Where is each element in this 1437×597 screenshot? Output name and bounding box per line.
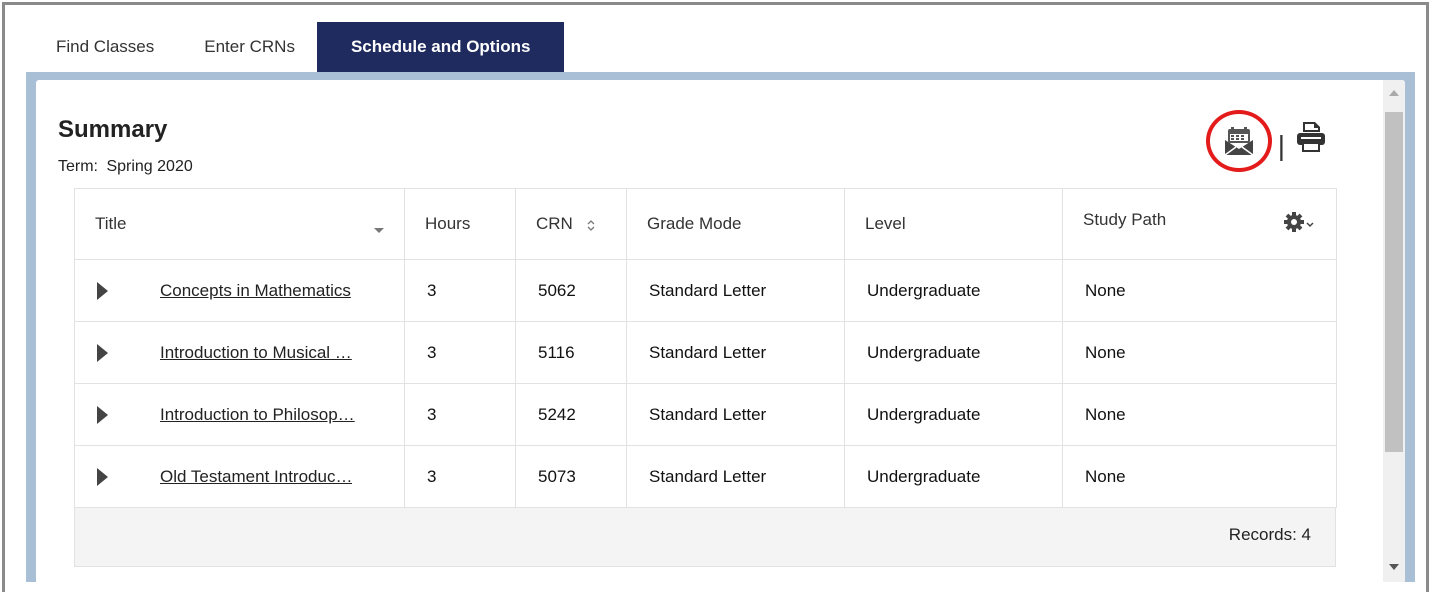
- term-value: Spring 2020: [106, 158, 193, 175]
- study-path-cell: None: [1062, 445, 1337, 508]
- grade-mode-cell: Standard Letter: [626, 445, 845, 508]
- gear-icon: [1284, 211, 1314, 232]
- course-title-link[interactable]: Introduction to Musical …: [160, 343, 352, 363]
- summary-panel-content: Summary Term: Spring 2020 | Title Hours …: [36, 80, 1405, 582]
- page-title: Summary: [58, 116, 168, 143]
- expand-row-icon[interactable]: [97, 405, 108, 424]
- hours-cell: 3: [404, 321, 516, 384]
- toolbar-separator: |: [1277, 130, 1285, 161]
- expand-row-icon[interactable]: [97, 343, 108, 362]
- sort-icon: [587, 219, 595, 231]
- vertical-scrollbar[interactable]: [1383, 80, 1405, 582]
- print-button[interactable]: [1295, 120, 1327, 159]
- crn-cell: 5062: [515, 259, 627, 322]
- scroll-up-arrow-icon[interactable]: [1389, 90, 1399, 96]
- table-header-row: Title Hours CRN Grade Mode Level Study P…: [74, 188, 1337, 260]
- scroll-down-arrow-icon[interactable]: [1389, 564, 1399, 570]
- table-row: Concepts in Mathematics 3 5062 Standard …: [74, 259, 1337, 322]
- level-cell: Undergraduate: [844, 445, 1063, 508]
- expand-row-icon[interactable]: [97, 467, 108, 486]
- study-path-cell: None: [1062, 383, 1337, 446]
- records-count: Records: 4: [1228, 525, 1311, 544]
- column-settings-button[interactable]: [1282, 210, 1316, 239]
- course-title-link[interactable]: Introduction to Philosop…: [160, 405, 355, 425]
- tab-enter-crns[interactable]: Enter CRNs: [182, 22, 317, 72]
- email-calendar-button[interactable]: [1205, 110, 1272, 172]
- tab-find-classes[interactable]: Find Classes: [40, 22, 182, 72]
- hours-cell: 3: [404, 383, 516, 446]
- column-header-study-path[interactable]: Study Path: [1062, 188, 1337, 260]
- expand-row-icon[interactable]: [97, 281, 108, 300]
- level-cell: Undergraduate: [844, 259, 1063, 322]
- hours-cell: 3: [404, 259, 516, 322]
- crn-cell: 5242: [515, 383, 627, 446]
- table-row: Introduction to Musical … 3 5116 Standar…: [74, 321, 1337, 384]
- study-path-cell: None: [1062, 321, 1337, 384]
- table-row: Old Testament Introduc… 3 5073 Standard …: [74, 445, 1337, 508]
- scrollbar-thumb[interactable]: [1385, 112, 1403, 452]
- hours-cell: 3: [404, 445, 516, 508]
- crn-cell: 5116: [515, 321, 627, 384]
- crn-cell: 5073: [515, 445, 627, 508]
- level-cell: Undergraduate: [844, 321, 1063, 384]
- column-header-title[interactable]: Title: [74, 188, 405, 260]
- column-header-hours[interactable]: Hours: [404, 188, 516, 260]
- summary-toolbar: |: [1205, 110, 1327, 172]
- calendar-email-icon: [1224, 127, 1254, 156]
- grade-mode-cell: Standard Letter: [626, 321, 845, 384]
- column-header-level[interactable]: Level: [844, 188, 1063, 260]
- summary-panel: Summary Term: Spring 2020 | Title Hours …: [26, 72, 1415, 582]
- course-title-link[interactable]: Old Testament Introduc…: [160, 467, 352, 487]
- grade-mode-cell: Standard Letter: [626, 383, 845, 446]
- table-footer: Records: 4: [74, 507, 1336, 567]
- study-path-cell: None: [1062, 259, 1337, 322]
- table-row: Introduction to Philosop… 3 5242 Standar…: [74, 383, 1337, 446]
- column-header-crn[interactable]: CRN: [515, 188, 627, 260]
- sort-down-icon: [374, 228, 384, 233]
- printer-icon: [1297, 121, 1325, 152]
- tab-bar: Find Classes Enter CRNs Schedule and Opt…: [40, 22, 565, 72]
- column-header-grade-mode[interactable]: Grade Mode: [626, 188, 845, 260]
- grade-mode-cell: Standard Letter: [626, 259, 845, 322]
- course-title-link[interactable]: Concepts in Mathematics: [160, 281, 351, 301]
- tab-schedule-and-options[interactable]: Schedule and Options: [316, 22, 565, 72]
- level-cell: Undergraduate: [844, 383, 1063, 446]
- term-label: Term:: [58, 158, 98, 175]
- schedule-table: Title Hours CRN Grade Mode Level Study P…: [74, 188, 1337, 508]
- term-row: Term: Spring 2020: [58, 158, 197, 176]
